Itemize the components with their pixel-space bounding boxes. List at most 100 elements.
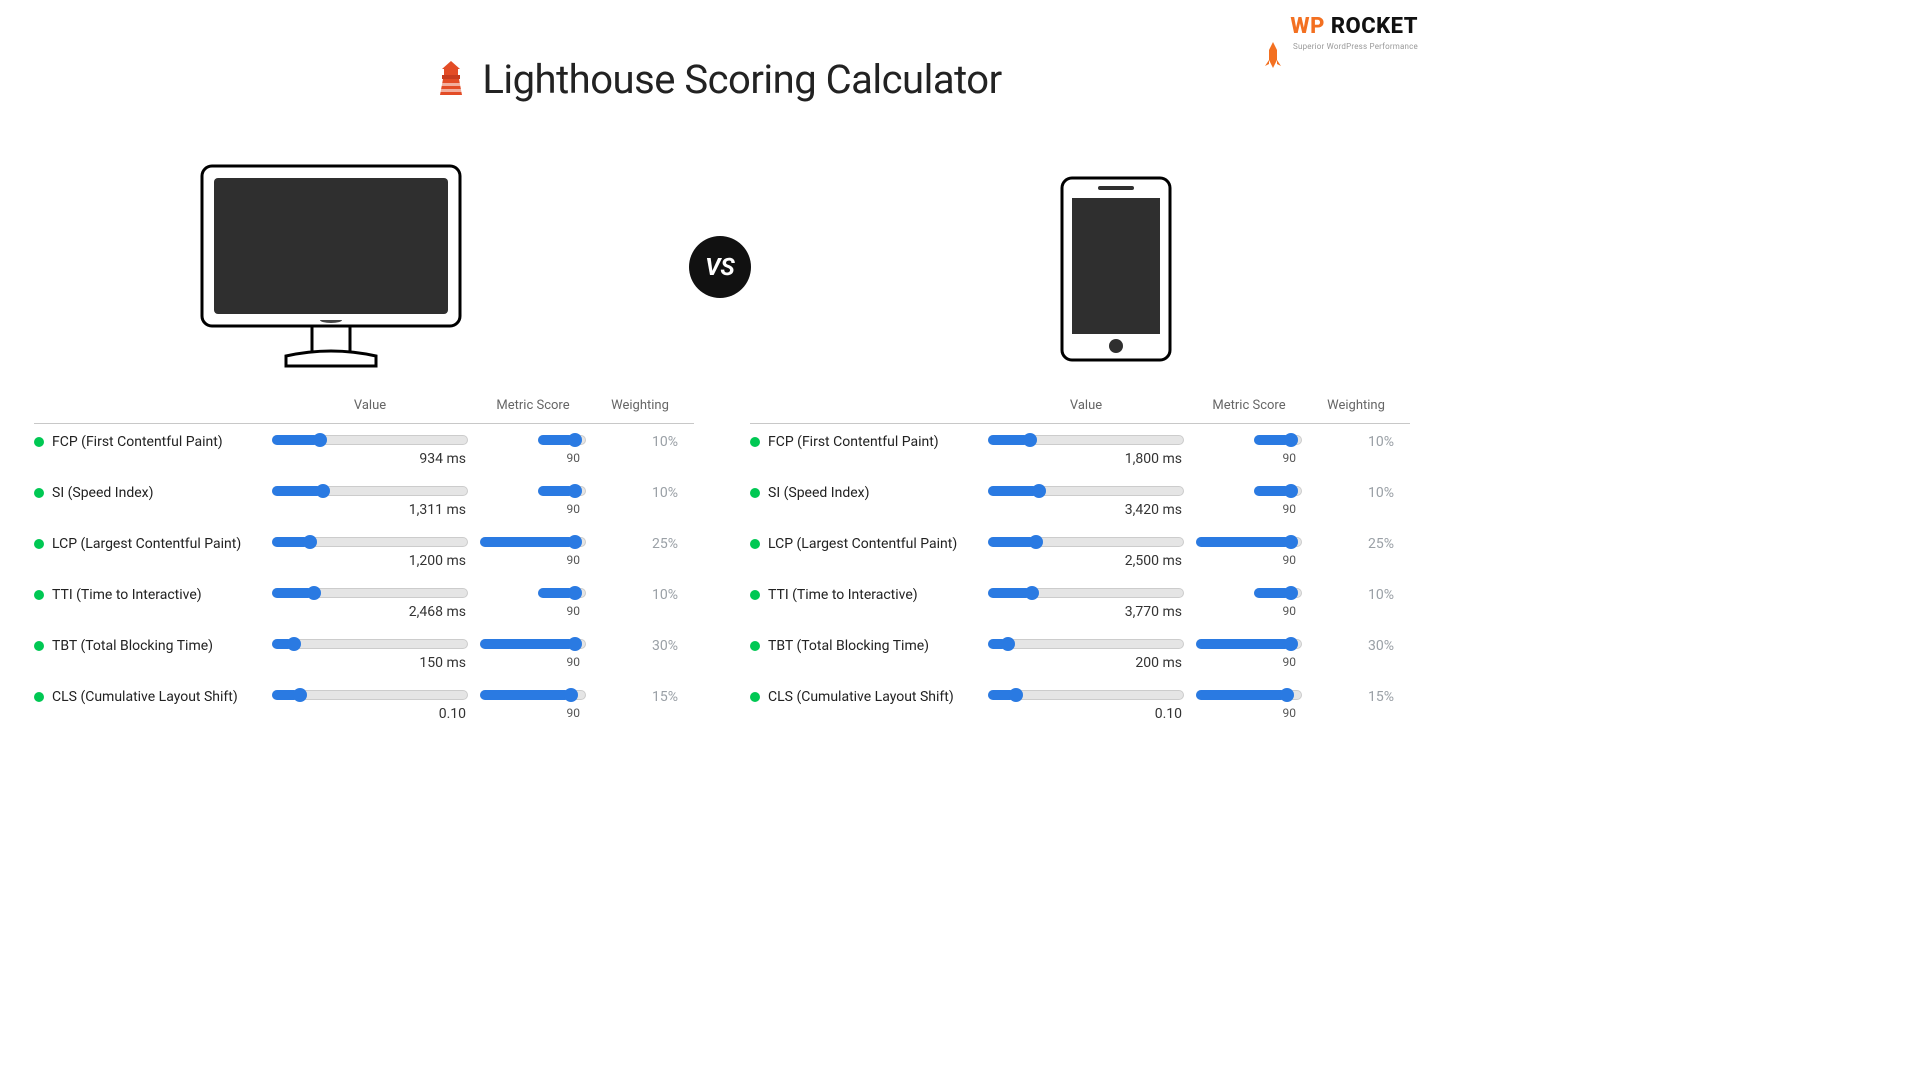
column-headers: Value Metric Score Weighting [34,398,694,413]
metric-label: LCP (Largest Contentful Paint) [750,534,976,552]
value-slider[interactable] [988,639,1184,649]
metric-row-tti: TTI (Time to Interactive)2,468 ms9010% [34,585,694,620]
metric-label: CLS (Cumulative Layout Shift) [750,687,976,705]
value-slider[interactable] [988,486,1184,496]
status-dot-icon [34,488,44,498]
value-slider[interactable] [272,588,468,598]
score-slider[interactable] [538,588,586,598]
desktop-device-icon [200,164,462,374]
metric-name: CLS (Cumulative Layout Shift) [768,689,954,705]
value-slider[interactable] [272,690,468,700]
status-dot-icon [34,692,44,702]
metric-label: TBT (Total Blocking Time) [34,636,260,654]
col-weight: Weighting [598,398,682,413]
lighthouse-icon [438,61,464,99]
value-text: 3,770 ms [988,604,1184,620]
metric-label: FCP (First Contentful Paint) [750,432,976,450]
status-dot-icon [750,488,760,498]
value-text: 934 ms [272,451,468,467]
status-dot-icon [750,437,760,447]
weight-text: 10% [1314,483,1398,501]
value-slider[interactable] [272,435,468,445]
score-cell: 90 [1196,687,1302,720]
score-text: 90 [1196,451,1302,465]
metric-row-si: SI (Speed Index) 3,420 ms 90 10% [750,483,1410,518]
metric-label: LCP (Largest Contentful Paint) [34,534,260,552]
score-slider[interactable] [1254,435,1302,445]
status-dot-icon [34,590,44,600]
weight-text: 30% [1314,636,1398,654]
value-slider[interactable] [272,639,468,649]
weight-text: 10% [598,585,682,603]
score-slider[interactable] [1196,537,1302,547]
value-cell: 3,420 ms [988,483,1184,518]
value-text: 1,311 ms [272,502,468,518]
value-cell: 2,500 ms [988,534,1184,569]
mobile-device-icon [1060,176,1172,366]
metric-label: SI (Speed Index) [750,483,976,501]
value-cell: 934 ms [272,432,468,467]
metric-name: SI (Speed Index) [768,485,869,501]
score-text: 90 [480,451,586,465]
score-slider[interactable] [1196,639,1302,649]
metric-name: TBT (Total Blocking Time) [768,638,929,654]
metric-name: CLS (Cumulative Layout Shift) [52,689,238,705]
value-text: 0.10 [272,706,468,722]
value-slider[interactable] [272,486,468,496]
score-slider[interactable] [480,690,586,700]
value-text: 3,420 ms [988,502,1184,518]
value-cell: 3,770 ms [988,585,1184,620]
value-cell: 1,200 ms [272,534,468,569]
score-text: 90 [1196,706,1302,720]
metric-row-tbt: TBT (Total Blocking Time)200 ms9030% [750,636,1410,671]
score-cell: 90 [480,534,586,567]
score-slider[interactable] [1196,690,1302,700]
status-dot-icon [750,539,760,549]
value-slider[interactable] [988,690,1184,700]
metric-row-fcp: FCP (First Contentful Paint)934 ms9010% [34,432,694,467]
metric-row-tti: TTI (Time to Interactive)3,770 ms9010% [750,585,1410,620]
metric-row-si: SI (Speed Index)1,311 ms9010% [34,483,694,518]
score-slider[interactable] [538,435,586,445]
mobile-metrics-panel: Value Metric Score Weighting FCP (First … [750,398,1410,738]
metric-name: SI (Speed Index) [52,485,153,501]
metric-name: TBT (Total Blocking Time) [52,638,213,654]
weight-text: 15% [1314,687,1398,705]
score-cell: 90 [1196,483,1302,516]
weight-text: 15% [598,687,682,705]
score-slider[interactable] [1254,486,1302,496]
col-score: Metric Score [1196,398,1302,413]
status-dot-icon [34,539,44,549]
score-slider[interactable] [480,537,586,547]
metric-row-cls: CLS (Cumulative Layout Shift)0.109015% [750,687,1410,722]
brand-logo: WP ROCKET Superior WordPress Performance [1290,14,1418,39]
score-slider[interactable] [1254,588,1302,598]
weight-text: 10% [598,432,682,450]
weight-text: 25% [598,534,682,552]
value-slider[interactable] [988,435,1184,445]
score-text: 90 [1196,604,1302,618]
metric-name: FCP (First Contentful Paint) [768,434,939,450]
col-weight: Weighting [1314,398,1398,413]
value-slider[interactable] [988,537,1184,547]
desktop-metrics-panel: Value Metric Score Weighting FCP (First … [34,398,694,738]
weight-text: 30% [598,636,682,654]
metric-row-cls: CLS (Cumulative Layout Shift)0.109015% [34,687,694,722]
score-slider[interactable] [480,639,586,649]
weight-text: 25% [1314,534,1398,552]
weight-text: 10% [598,483,682,501]
value-cell: 1,800 ms [988,432,1184,467]
score-text: 90 [480,655,586,669]
value-slider[interactable] [272,537,468,547]
page-title: Lighthouse Scoring Calculator [482,56,1001,103]
score-cell: 90 [1196,534,1302,567]
value-text: 200 ms [988,655,1184,671]
score-text: 90 [1196,553,1302,567]
metric-row-tbt: TBT (Total Blocking Time)150 ms9030% [34,636,694,671]
value-cell: 200 ms [988,636,1184,671]
metric-name: TTI (Time to Interactive) [768,587,918,603]
score-slider[interactable] [538,486,586,496]
metric-name: LCP (Largest Contentful Paint) [52,536,241,552]
status-dot-icon [750,692,760,702]
value-slider[interactable] [988,588,1184,598]
